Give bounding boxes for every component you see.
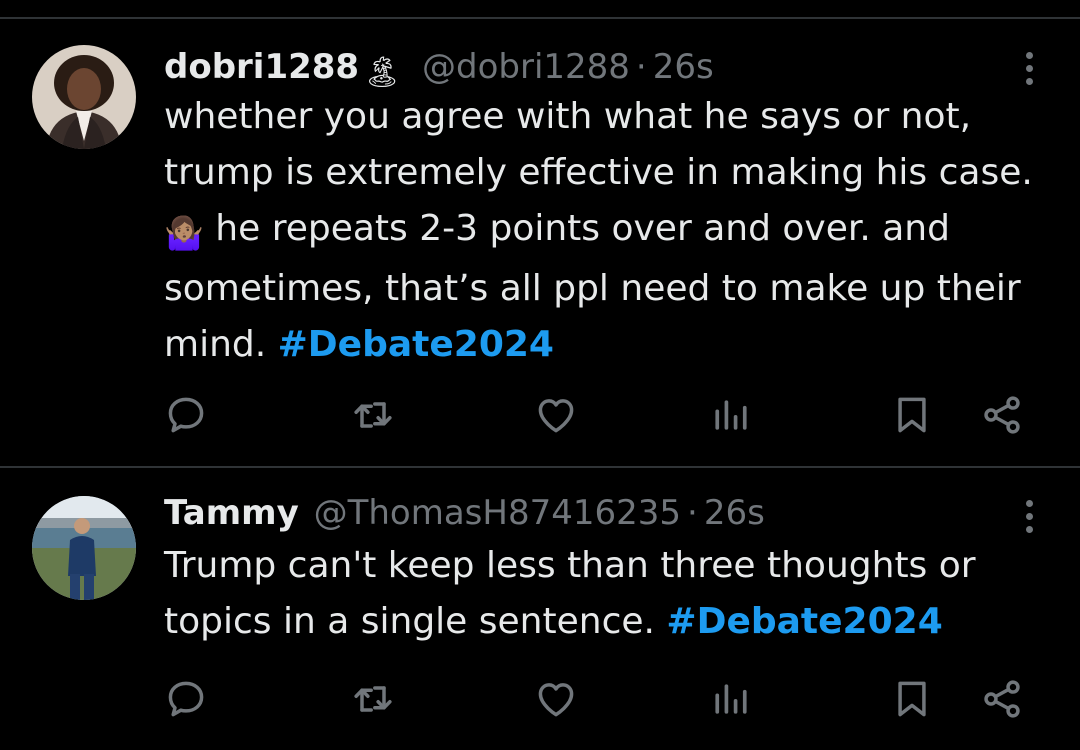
island-emoji: 🏝 — [363, 55, 402, 90]
heart-icon — [538, 399, 574, 433]
user-handle[interactable]: @ThomasH87416235 — [314, 493, 681, 533]
tweet-text: whether you agree with what he says or n… — [164, 89, 1054, 373]
shrug-emoji: 🤷🏽‍♀️ — [164, 214, 204, 252]
views-button[interactable] — [707, 391, 755, 439]
like-button[interactable] — [532, 391, 580, 439]
hashtag-link[interactable]: #Debate2024 — [666, 601, 942, 642]
retweet-button[interactable] — [349, 675, 397, 723]
tweet-header: dobri1288 🏝 @dobri1288 · 26s — [164, 47, 714, 93]
retweet-icon — [354, 686, 392, 712]
timestamp[interactable]: 26s — [704, 493, 765, 533]
user-handle[interactable]: @dobri1288 — [422, 47, 630, 87]
tweet-actions — [0, 391, 1080, 441]
share-button[interactable] — [978, 391, 1026, 439]
reply-button[interactable] — [162, 675, 210, 723]
heart-icon — [538, 683, 574, 717]
retweet-button[interactable] — [349, 391, 397, 439]
views-icon — [715, 684, 747, 714]
avatar-tammy[interactable] — [32, 496, 136, 600]
bookmark-button[interactable] — [888, 675, 936, 723]
tweet-2[interactable]: Tammy @ThomasH87416235 · 26s Trump can't k… — [0, 468, 1080, 750]
more-vertical-icon[interactable] — [1024, 52, 1034, 91]
separator-dot: · — [635, 47, 647, 87]
views-button[interactable] — [707, 675, 755, 723]
more-vertical-icon[interactable] — [1024, 500, 1034, 539]
bookmark-button[interactable] — [888, 391, 936, 439]
views-icon — [715, 400, 747, 430]
share-icon — [984, 680, 1020, 718]
timestamp[interactable]: 26s — [653, 47, 714, 87]
tweet-text-part-1: whether you agree with what he says or n… — [164, 96, 1033, 193]
reply-button[interactable] — [162, 391, 210, 439]
avatar-image — [32, 496, 136, 600]
display-name[interactable]: dobri1288 — [164, 47, 359, 87]
share-button[interactable] — [978, 675, 1026, 723]
tweet-header: Tammy @ThomasH87416235 · 26s — [164, 493, 765, 533]
display-name[interactable]: Tammy — [164, 493, 299, 533]
reply-icon — [168, 397, 204, 433]
separator-dot: · — [687, 493, 698, 533]
like-button[interactable] — [532, 675, 580, 723]
hashtag-link[interactable]: #Debate2024 — [278, 324, 554, 365]
share-icon — [984, 396, 1020, 434]
avatar-image — [32, 45, 136, 149]
bookmark-icon — [898, 681, 926, 717]
bookmark-icon — [898, 397, 926, 433]
retweet-icon — [354, 402, 392, 428]
tweet-actions — [0, 675, 1080, 725]
tweet-text: Trump can't keep less than three thought… — [164, 538, 1054, 650]
avatar-dobri1288[interactable] — [32, 45, 136, 149]
tweet-1[interactable]: dobri1288 🏝 @dobri1288 · 26s whether you ag… — [0, 0, 1080, 466]
reply-icon — [168, 681, 204, 717]
